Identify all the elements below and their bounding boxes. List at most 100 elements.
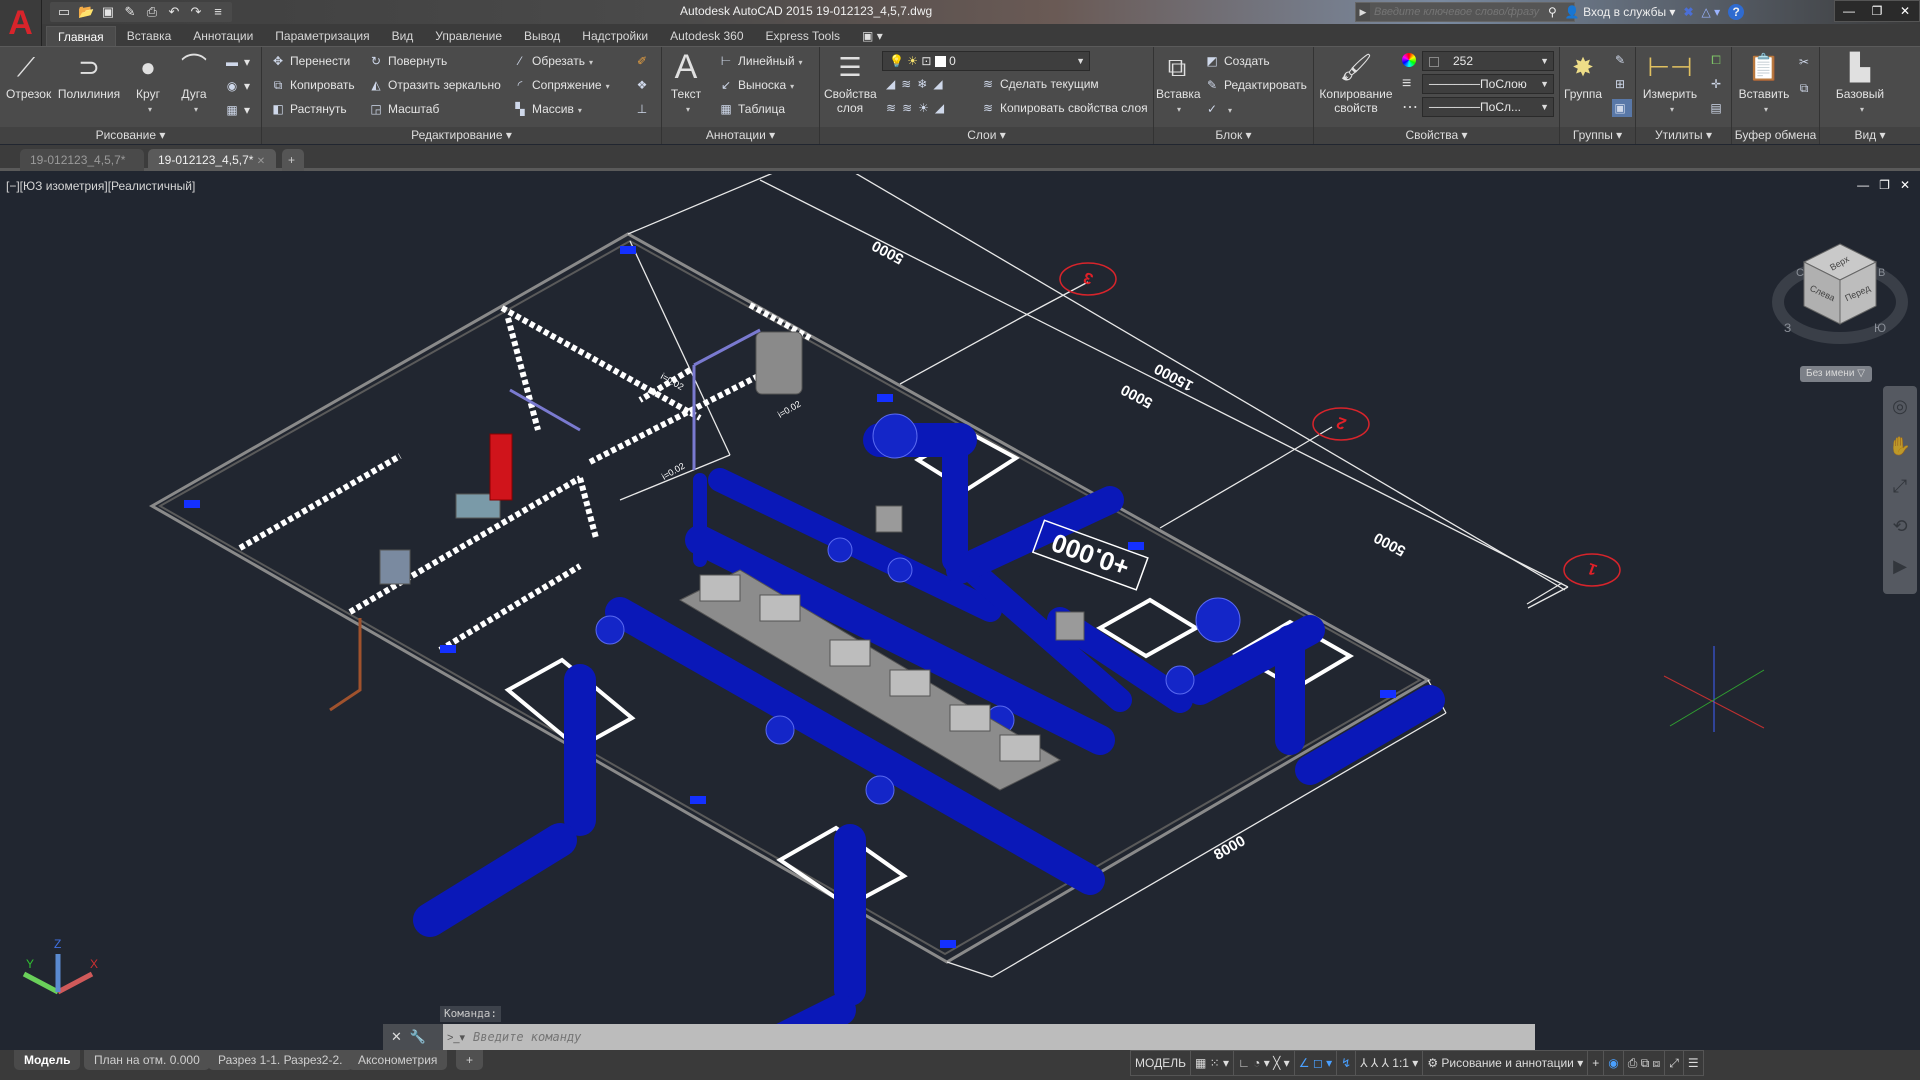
layout-tab-section[interactable]: Разрез 1-1. Разрез2-2. xyxy=(208,1050,353,1070)
tab-express-tools[interactable]: Express Tools xyxy=(755,26,851,46)
scale-button[interactable]: ◲ Масштаб xyxy=(368,100,439,118)
viewport-maximize-button[interactable]: ❐ xyxy=(1879,178,1890,192)
tab-addins[interactable]: Надстройки xyxy=(571,26,659,46)
tab-insert[interactable]: Вставка xyxy=(116,26,183,46)
tab-view[interactable]: Вид xyxy=(381,26,425,46)
layer-freeze-tool-icon[interactable]: ❄ xyxy=(917,77,933,91)
panel-properties-title[interactable]: Свойства ▾ xyxy=(1314,127,1559,144)
panel-modify-title[interactable]: Редактирование ▾ xyxy=(262,127,661,144)
application-menu-button[interactable]: A xyxy=(0,0,42,46)
doc-tab-1[interactable]: 19-012123_4,5,7* xyxy=(20,149,144,171)
quick-select-button[interactable]: ⧠ xyxy=(1708,51,1728,69)
compass-south[interactable]: Ю xyxy=(1874,321,1886,335)
command-input[interactable] xyxy=(473,1025,1535,1049)
annotation-monitor[interactable]: + xyxy=(1588,1051,1605,1075)
compass-west[interactable]: З xyxy=(1784,321,1791,335)
tab-annotate[interactable]: Аннотации xyxy=(182,26,264,46)
text-button[interactable]: A Текст ▾ xyxy=(668,50,704,117)
layout-tab-model[interactable]: Модель xyxy=(14,1050,81,1070)
ortho-toggle[interactable]: ∟ ◔ ▾ ╳ ▾ xyxy=(1234,1051,1295,1075)
rectangle-button[interactable]: ▬ ▾ xyxy=(224,53,250,71)
fullscreen-toggle[interactable]: ⤢ xyxy=(1665,1051,1684,1075)
signin-button[interactable]: 👤 Вход в службы ▾ xyxy=(1565,5,1676,19)
lineweight-dropdown[interactable]: ──────ПоСлою ▼ xyxy=(1422,74,1554,94)
polyline-button[interactable]: ⊃ Полилиния xyxy=(56,51,122,101)
panel-layers-title[interactable]: Слои ▾ xyxy=(820,127,1153,144)
table-button[interactable]: ▦ Таблица xyxy=(718,100,785,118)
offset-button[interactable]: ⊥ xyxy=(634,100,654,118)
id-point-button[interactable]: ✛ xyxy=(1708,75,1728,93)
panel-view-title[interactable]: Вид ▾ xyxy=(1820,127,1920,144)
tab-manage[interactable]: Управление xyxy=(424,26,513,46)
panel-draw-title[interactable]: Рисование ▾ xyxy=(0,127,261,144)
layout-tab-axonometry[interactable]: Аксонометрия xyxy=(348,1050,448,1070)
pan-icon[interactable]: ✋ xyxy=(1883,426,1917,466)
tab-output[interactable]: Вывод xyxy=(513,26,571,46)
steering-wheel-icon[interactable]: ◎ xyxy=(1883,386,1917,426)
group-select-toggle[interactable]: ▣ xyxy=(1612,99,1632,117)
showmotion-icon[interactable]: ▶ xyxy=(1883,546,1917,586)
grid-toggle[interactable]: ▦ ⁙ ▾ xyxy=(1191,1051,1235,1075)
layer-thaw-icon[interactable]: ☀ xyxy=(918,101,935,115)
calculator-button[interactable]: ▤ xyxy=(1708,99,1728,117)
copy-button[interactable]: ⧉ Копировать xyxy=(270,76,355,94)
linear-dim-button[interactable]: ⊢ Линейный ▾ xyxy=(718,52,803,70)
layer-dropdown[interactable]: 💡 ☀ ⊡ 0 ▼ xyxy=(882,51,1090,71)
add-layout-button[interactable]: + xyxy=(456,1050,484,1070)
viewport-close-button[interactable]: ✕ xyxy=(1900,178,1910,192)
block-attributes-button[interactable]: ✓ ▾ xyxy=(1204,100,1232,118)
expand-icon[interactable]: ▶ xyxy=(1356,7,1370,18)
isolate-objects[interactable]: ◉ xyxy=(1604,1051,1624,1075)
insert-block-button[interactable]: ⧉ Вставка ▾ xyxy=(1156,51,1201,117)
zoom-extents-icon[interactable]: ⤢ xyxy=(1883,466,1917,506)
create-block-button[interactable]: ◩ Создать xyxy=(1204,52,1269,70)
layer-properties-button[interactable]: ☰ Свойства слоя xyxy=(824,51,877,115)
orbit-icon[interactable]: ⟲ xyxy=(1883,506,1917,546)
panel-utilities-title[interactable]: Утилиты ▾ xyxy=(1636,127,1731,144)
plot-icon[interactable]: ⎙ xyxy=(144,4,160,20)
named-view-dropdown[interactable]: Без имени ▽ xyxy=(1800,366,1872,382)
layer-unlock-icon[interactable]: ◢ xyxy=(935,101,950,115)
model-viewport[interactable]: 3 2 1 5000 15000 5000 5000 8000 +0.000 i… xyxy=(0,174,1920,1042)
tab-autodesk360[interactable]: Autodesk 360 xyxy=(659,26,754,46)
color-dropdown[interactable]: 252 ▼ xyxy=(1422,51,1554,71)
annotation-scale[interactable]: ⅄ ⅄ ⅄ 1:1 ▾ xyxy=(1356,1051,1424,1075)
group-button[interactable]: ✸ Группа xyxy=(1562,51,1604,101)
match-properties-button[interactable]: 🖌 Копирование свойств xyxy=(1318,51,1394,115)
viewcube[interactable]: Верх Слева Перед С В Ю З xyxy=(1770,234,1910,384)
undo-icon[interactable]: ↶ xyxy=(166,4,182,20)
close-button[interactable]: ✕ xyxy=(1891,1,1919,21)
open-icon[interactable]: 📂 xyxy=(78,4,94,20)
copy-clip-button[interactable]: ⧉ xyxy=(1796,79,1816,97)
exchange-icon[interactable]: ✖ xyxy=(1683,5,1693,19)
compass-east[interactable]: В xyxy=(1878,267,1885,279)
command-prompt-icon[interactable]: >_▾ xyxy=(443,1031,473,1044)
explode-button[interactable]: ❖ xyxy=(634,76,654,94)
layer-on-tool-icon[interactable]: ≋ xyxy=(886,101,902,115)
edit-block-button[interactable]: ✎ Редактировать xyxy=(1204,76,1307,94)
customize-icon[interactable]: ≡ xyxy=(210,4,226,20)
leader-button[interactable]: ↙ Выноска ▾ xyxy=(718,76,794,94)
measure-button[interactable]: ⊢⊣ Измерить ▾ xyxy=(1640,51,1700,117)
circle-button[interactable]: ● Круг ▾ xyxy=(130,51,166,117)
panel-annotation-title[interactable]: Аннотации ▾ xyxy=(662,127,819,144)
model-space-button[interactable]: МОДЕЛЬ xyxy=(1131,1051,1191,1075)
layer-off-icon[interactable]: ◢ xyxy=(886,77,901,91)
restore-button[interactable]: ❐ xyxy=(1863,1,1891,21)
compass-north[interactable]: С xyxy=(1796,267,1804,279)
erase-button[interactable]: ✐ xyxy=(634,52,654,70)
fillet-button[interactable]: ◜ Сопряжение ▾ xyxy=(512,76,610,94)
binoculars-icon[interactable]: ⚲ xyxy=(1548,5,1557,19)
panel-block-title[interactable]: Блок ▾ xyxy=(1154,127,1313,144)
hatch-menu-button[interactable]: ◉ ▾ xyxy=(224,77,250,95)
doc-tab-2[interactable]: 19-012123_4,5,7* ✕ xyxy=(148,149,276,171)
close-command-icon[interactable]: ✕ xyxy=(391,1029,402,1045)
ungroup-button[interactable]: ⊞ xyxy=(1612,75,1632,93)
trim-button[interactable]: ⁄ Обрезать ▾ xyxy=(512,52,593,70)
viewport-controls-label[interactable]: [−][ЮЗ изометрия][Реалистичный] xyxy=(6,179,195,193)
redo-icon[interactable]: ↷ xyxy=(188,4,204,20)
layout-tab-plan[interactable]: План на отм. 0.000 xyxy=(84,1050,210,1070)
linetype-dropdown[interactable]: ──────ПоСл... ▼ xyxy=(1422,97,1554,117)
layer-lock-tool-icon[interactable]: ◢ xyxy=(933,77,948,91)
hatch-button[interactable]: ▦ ▾ xyxy=(224,101,250,119)
